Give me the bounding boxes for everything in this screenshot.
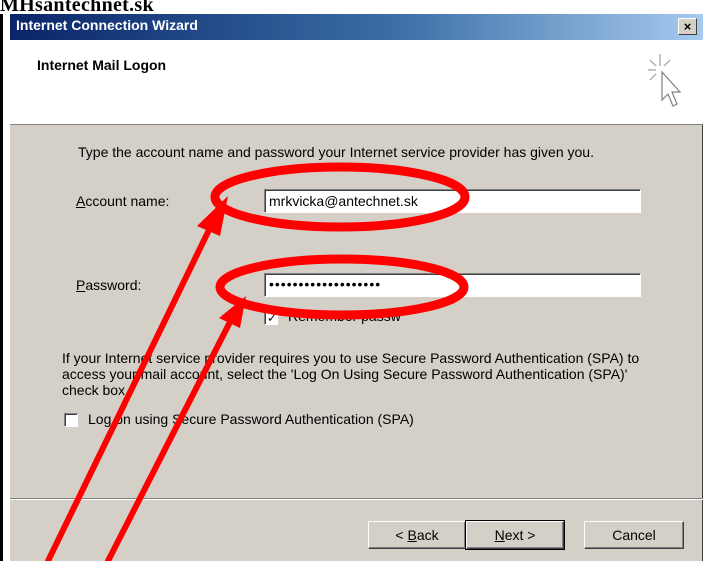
left-edge-bar	[0, 14, 3, 561]
next-accesskey: N	[494, 527, 505, 543]
wizard-header: Internet Mail Logon	[10, 40, 703, 125]
spa-checkbox[interactable]	[64, 413, 78, 427]
back-button[interactable]: < Back	[368, 521, 466, 549]
password-label-text: assword:	[85, 277, 142, 293]
account-name-label: Account name:	[76, 193, 169, 209]
back-prefix: <	[395, 527, 408, 543]
account-label-text: ccount name:	[85, 193, 170, 209]
back-accesskey: B	[407, 527, 417, 543]
remember-password-checkbox[interactable]: ✓	[264, 311, 278, 325]
footer-separator	[10, 498, 703, 500]
window-title: Internet Connection Wizard	[16, 17, 198, 33]
remember-password-label: Remember passw	[288, 308, 401, 324]
close-button[interactable]: ×	[678, 18, 697, 35]
wizard-cursor-icon	[648, 54, 682, 107]
password-label: Password:	[76, 277, 141, 293]
back-text: ack	[416, 527, 439, 543]
password-input[interactable]: •••••••••••••••••••	[264, 273, 641, 297]
cancel-button[interactable]: Cancel	[584, 521, 684, 549]
instruction-text: Type the account name and password your …	[78, 144, 594, 160]
password-label-accesskey: P	[76, 277, 86, 293]
spa-checkbox-label: Log on using Secure Password Authenticat…	[88, 411, 414, 427]
close-icon: ×	[683, 19, 692, 34]
account-name-input[interactable]: mrkvicka@antechnet.sk	[264, 189, 641, 213]
next-text: ext >	[504, 527, 536, 543]
page-title: Internet Mail Logon	[37, 57, 167, 73]
wizard-window: Internet Connection Wizard × Internet Ma…	[9, 14, 703, 561]
title-bar[interactable]: Internet Connection Wizard ×	[10, 14, 703, 40]
checkmark-icon: ✓	[267, 311, 278, 325]
spa-paragraph: If your Internet service provider requir…	[62, 350, 640, 398]
next-button[interactable]: Next >	[465, 520, 565, 550]
account-label-accesskey: A	[76, 193, 86, 209]
